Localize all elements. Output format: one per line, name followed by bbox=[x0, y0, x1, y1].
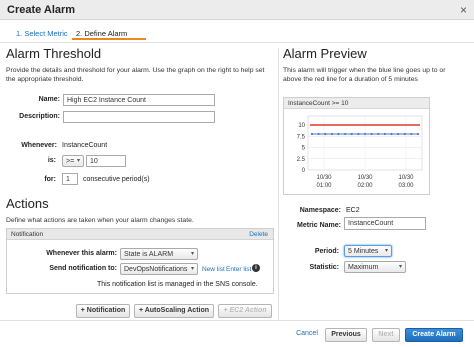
series-point bbox=[403, 132, 406, 136]
add-notification-button[interactable]: + Notification bbox=[76, 304, 130, 318]
description-label: Description: bbox=[19, 113, 60, 120]
chart-title: InstanceCount >= 10 bbox=[288, 100, 349, 107]
column-divider bbox=[278, 48, 279, 320]
chevron-down-icon: ▾ bbox=[76, 158, 80, 164]
series-point bbox=[390, 132, 393, 136]
series-point bbox=[397, 132, 400, 136]
chevron-down-icon: ▾ bbox=[190, 266, 194, 272]
preview-chart: InstanceCount >= 10 10 7.5 5 2.5 0 10/30 01:00… bbox=[283, 97, 430, 195]
series-point bbox=[377, 132, 380, 136]
statistic-label: Statistic: bbox=[309, 264, 339, 271]
x-tick-time: 02:00 bbox=[357, 183, 373, 189]
window-title: Create Alarm bbox=[7, 4, 76, 16]
alarm-state-label: Whenever this alarm: bbox=[46, 250, 117, 257]
chevron-down-icon: ▾ bbox=[190, 251, 194, 257]
for-label: for: bbox=[44, 176, 56, 183]
period-value: 5 Minutes bbox=[348, 248, 379, 255]
x-tick-date: 10/30 bbox=[398, 175, 414, 181]
series-point bbox=[383, 132, 386, 136]
y-tick-label: 0 bbox=[302, 168, 306, 174]
alarm-preview-heading: Alarm Preview bbox=[283, 46, 367, 61]
metric-name-label: Metric Name: bbox=[297, 222, 341, 229]
new-list-link[interactable]: New list bbox=[202, 266, 225, 273]
metric-name-field: InstanceCount bbox=[344, 217, 426, 230]
add-autoscaling-button[interactable]: + AutoScaling Action bbox=[134, 304, 214, 318]
statistic-select[interactable]: Maximum ▾ bbox=[344, 261, 406, 273]
alarm-state-select[interactable]: State is ALARM ▾ bbox=[120, 248, 198, 260]
series-point bbox=[370, 132, 373, 136]
previous-button[interactable]: Previous bbox=[325, 328, 367, 342]
is-label: is: bbox=[47, 157, 56, 164]
statistic-value: Maximum bbox=[348, 264, 379, 271]
create-alarm-button[interactable]: Create Alarm bbox=[405, 328, 463, 342]
alarm-threshold-heading: Alarm Threshold bbox=[6, 46, 102, 61]
header-divider bbox=[0, 42, 474, 43]
send-notification-label: Send notification to: bbox=[49, 265, 117, 272]
step-select-metric[interactable]: 1. Select Metric bbox=[16, 29, 68, 38]
namespace-value: EC2 bbox=[346, 207, 360, 214]
y-tick-label: 7.5 bbox=[297, 134, 306, 140]
notification-title: Notification bbox=[11, 231, 44, 238]
operator-select[interactable]: >= ▾ bbox=[62, 155, 84, 167]
series-point bbox=[410, 132, 413, 136]
add-ec2-action-button[interactable]: + EC2 Action bbox=[218, 304, 272, 318]
period-label: Period: bbox=[314, 248, 339, 255]
namespace-label: Namespace: bbox=[299, 207, 341, 214]
notification-topic-select[interactable]: DevOpsNotifications ▾ bbox=[120, 263, 198, 275]
x-tick-date: 10/30 bbox=[316, 175, 332, 181]
cancel-button[interactable]: Cancel bbox=[290, 328, 324, 342]
alarm-name-input[interactable]: High EC2 Instance Count bbox=[63, 94, 215, 106]
step-define-alarm[interactable]: 2. Define Alarm bbox=[76, 29, 127, 38]
notification-header: Notification Delete bbox=[7, 229, 273, 240]
series-point bbox=[344, 132, 347, 136]
series-point bbox=[337, 132, 340, 136]
series-point bbox=[324, 132, 327, 136]
series-point bbox=[357, 132, 360, 136]
series-point bbox=[416, 132, 420, 136]
next-button[interactable]: Next bbox=[372, 328, 400, 342]
chevron-down-icon: ▾ bbox=[398, 264, 402, 270]
alarm-preview-description: This alarm will trigger when the blue li… bbox=[283, 67, 446, 83]
y-tick-label: 5 bbox=[302, 146, 306, 152]
footer-divider bbox=[0, 320, 474, 321]
whenever-label: Whenever: bbox=[21, 142, 57, 149]
chevron-down-icon: ▾ bbox=[384, 248, 388, 254]
chart-header: InstanceCount >= 10 bbox=[284, 98, 429, 109]
series-point bbox=[310, 132, 314, 136]
series-point bbox=[363, 132, 367, 136]
y-tick-label: 2.5 bbox=[297, 157, 306, 163]
close-icon[interactable]: × bbox=[460, 3, 467, 17]
x-tick-date: 10/30 bbox=[357, 175, 373, 181]
threshold-input[interactable]: 10 bbox=[86, 155, 126, 167]
enter-list-link[interactable]: Enter list bbox=[226, 266, 251, 273]
sns-note: This notification list is managed in the… bbox=[97, 281, 258, 288]
x-tick-time: 01:00 bbox=[316, 183, 332, 189]
delete-notification-link[interactable]: Delete bbox=[249, 231, 268, 238]
alarm-threshold-description: Provide the details and threshold for yo… bbox=[6, 67, 265, 83]
periods-input[interactable]: 1 bbox=[62, 173, 78, 185]
alarm-state-value: State is ALARM bbox=[124, 251, 174, 258]
alarm-description-input[interactable] bbox=[63, 111, 215, 123]
x-tick-time: 03:00 bbox=[398, 183, 414, 189]
period-select[interactable]: 5 Minutes ▾ bbox=[344, 245, 392, 257]
actions-heading: Actions bbox=[6, 196, 49, 211]
series-point bbox=[330, 132, 333, 136]
info-icon[interactable]: i bbox=[252, 264, 260, 272]
y-tick-label: 10 bbox=[298, 123, 305, 129]
series-point bbox=[317, 132, 320, 136]
series-point bbox=[350, 132, 353, 136]
active-step-indicator bbox=[72, 38, 146, 40]
notification-panel: Notification Delete Whenever this alarm:… bbox=[6, 228, 274, 294]
name-label: Name: bbox=[38, 96, 60, 103]
notification-topic-value: DevOpsNotifications bbox=[124, 266, 188, 273]
periods-suffix: consecutive period(s) bbox=[83, 176, 150, 183]
whenever-metric: InstanceCount bbox=[62, 142, 108, 149]
chart-plot: 10 7.5 5 2.5 0 10/30 01:00 10/30 02:00 10/30 03:00 bbox=[297, 115, 423, 189]
window-titlebar: Create Alarm × bbox=[0, 0, 474, 20]
operator-value: >= bbox=[66, 158, 75, 165]
actions-description: Define what actions are taken when your … bbox=[6, 217, 194, 224]
